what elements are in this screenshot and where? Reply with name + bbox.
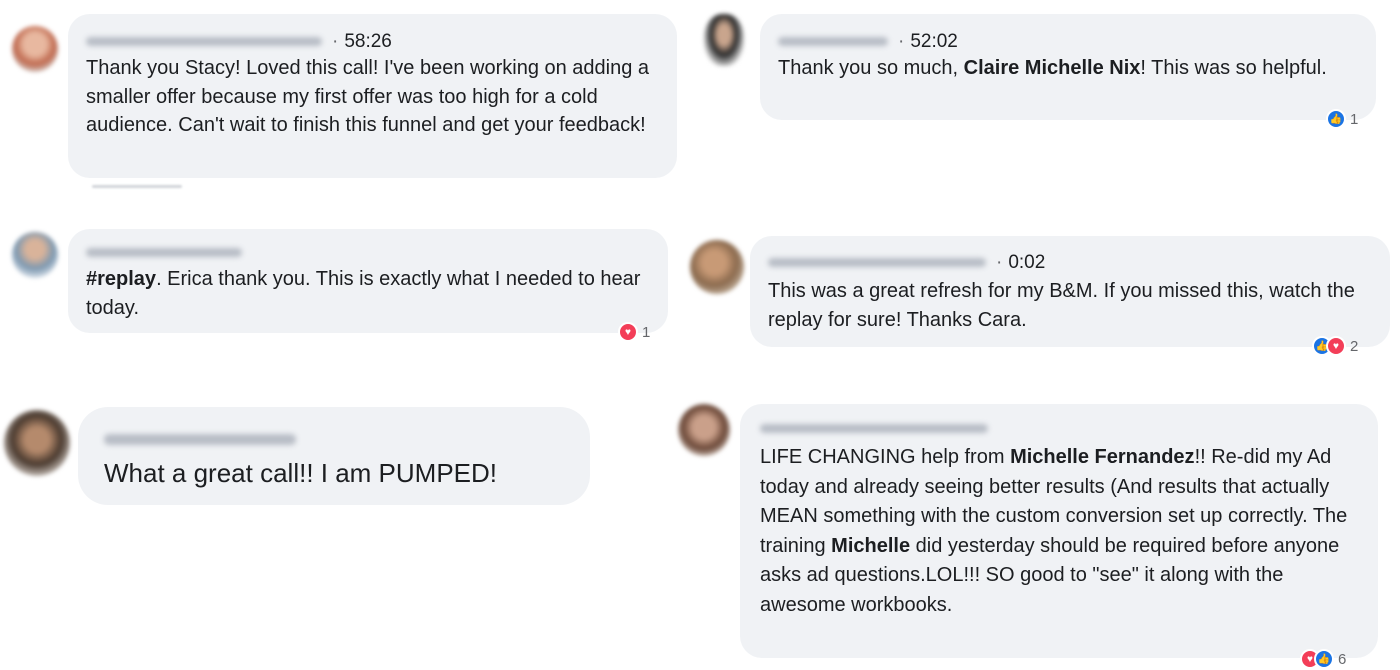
reaction-summary[interactable]: 👍 1 — [1326, 109, 1358, 129]
comment-bubble: · 58:26 Thank you Stacy! Loved this call!… — [68, 14, 677, 178]
comment-bubble: · 52:02 Thank you so much, Claire Michell… — [760, 14, 1376, 129]
author-name[interactable] — [86, 37, 322, 47]
reaction-summary[interactable]: 👍 ♥ 2 — [1312, 336, 1358, 356]
comment-bubble: · 0:02 This was a great refresh for my B&… — [750, 236, 1390, 356]
avatar[interactable] — [12, 26, 58, 72]
comment-meta — [760, 418, 988, 440]
author-name[interactable] — [104, 434, 296, 446]
author-name[interactable] — [86, 248, 242, 258]
comment-text: This was a great refresh for my B&M. If … — [768, 280, 1355, 331]
comment-timestamp[interactable]: 58:26 — [344, 31, 392, 52]
comment-meta: · 0:02 — [768, 252, 1045, 274]
comment-timestamp[interactable]: 0:02 — [1008, 252, 1045, 273]
comment-text: LIFE CHANGING help from Michelle Fernand… — [760, 446, 1348, 616]
comment-meta: · 52:02 — [778, 31, 958, 53]
comment-bubble: What a great call!! I am PUMPED! — [78, 407, 590, 505]
comment-text: Thank you so much, Claire Michelle Nix! … — [778, 57, 1327, 79]
comment-text: Thank you Stacy! Loved this call! I've b… — [86, 57, 650, 136]
comment-text: #replay. Erica thank you. This is exactl… — [86, 268, 641, 319]
author-name[interactable] — [760, 424, 988, 434]
reaction-summary[interactable]: ♥ 👍 6 — [1300, 649, 1346, 669]
love-icon: ♥ — [618, 322, 638, 342]
comment-bubble: LIFE CHANGING help from Michelle Fernand… — [740, 404, 1378, 669]
comment-meta: · 58:26 — [86, 31, 392, 53]
avatar[interactable] — [4, 410, 70, 476]
reaction-summary[interactable]: ♥ 1 — [618, 322, 650, 342]
action-row — [92, 185, 182, 188]
comment-bubble: #replay. Erica thank you. This is exactl… — [68, 229, 668, 342]
avatar[interactable] — [678, 404, 730, 456]
avatar[interactable] — [690, 240, 744, 294]
avatar[interactable] — [704, 14, 744, 66]
love-icon: ♥ — [1326, 336, 1346, 356]
avatar[interactable] — [12, 232, 58, 278]
comment-timestamp[interactable]: 52:02 — [910, 31, 958, 52]
like-icon: 👍 — [1326, 109, 1346, 129]
author-name[interactable] — [778, 37, 888, 47]
like-icon: 👍 — [1314, 649, 1334, 669]
comment-meta — [86, 242, 242, 264]
comment-meta — [104, 429, 296, 451]
comment-text: What a great call!! I am PUMPED! — [104, 458, 498, 488]
author-name[interactable] — [768, 258, 986, 268]
